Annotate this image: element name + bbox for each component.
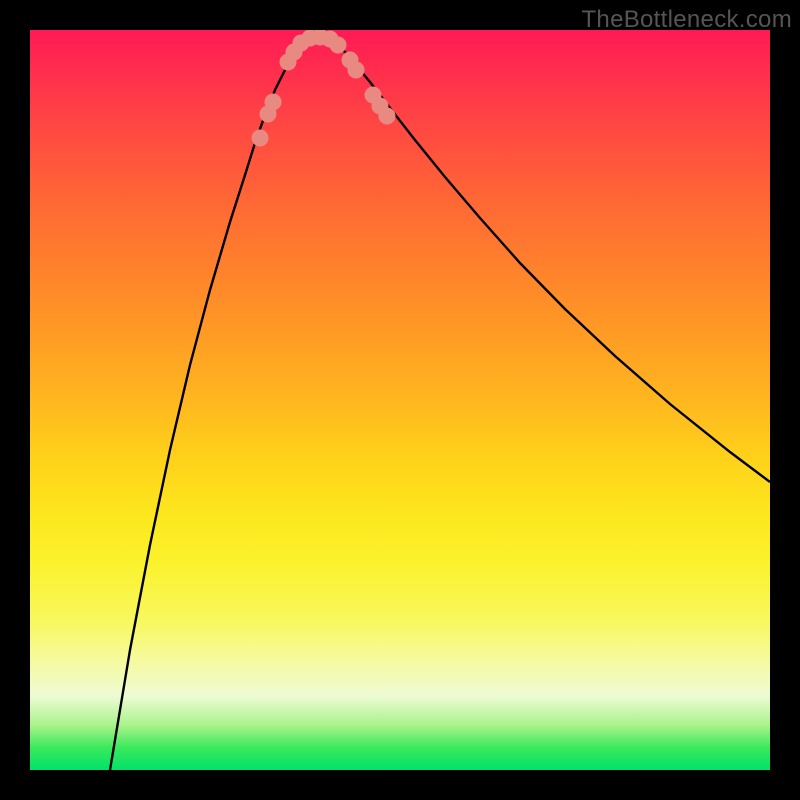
right-curve [335,42,770,482]
marker-dot [379,108,396,125]
marker-dot [265,94,282,111]
marker-dot [348,62,365,79]
salmon-marker-group [252,30,396,147]
curve-layer [30,30,770,770]
plot-area [30,30,770,770]
left-curve [110,42,303,770]
marker-dot [330,37,347,54]
chart-frame: TheBottleneck.com [0,0,800,800]
marker-dot [252,130,269,147]
